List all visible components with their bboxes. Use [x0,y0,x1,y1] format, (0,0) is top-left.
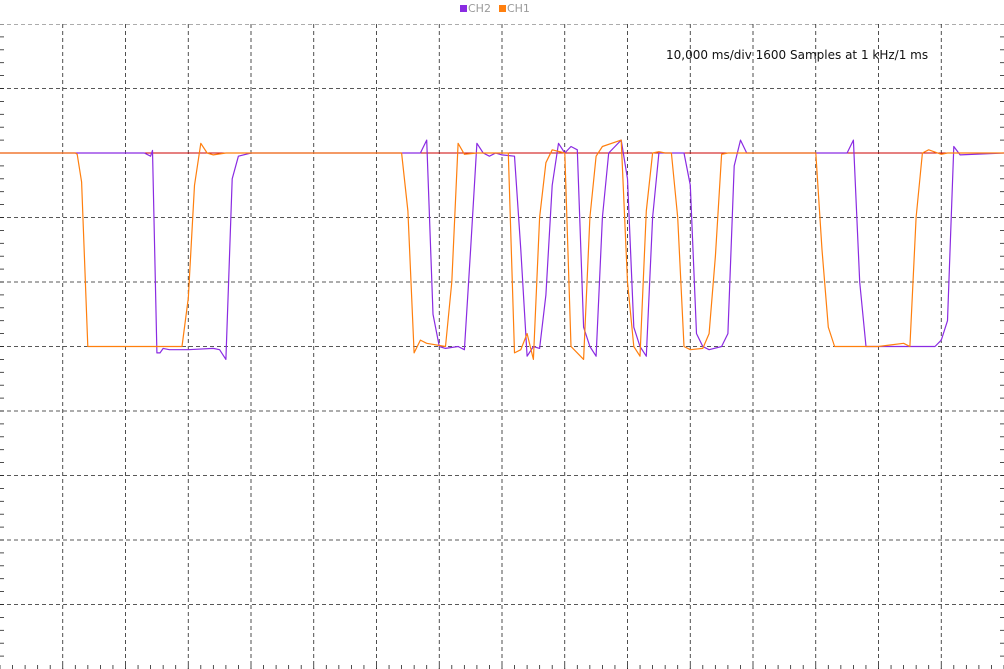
oscilloscope-plot[interactable] [0,24,1004,669]
legend-swatch-ch2 [460,5,467,12]
legend-item-ch2[interactable]: CH2 [460,2,491,15]
chart-legend: CH2 CH1 [460,2,530,15]
timebase-info: 10,000 ms/div 1600 Samples at 1 kHz/1 ms [666,48,929,62]
legend-label-ch2: CH2 [468,2,491,15]
legend-item-ch1[interactable]: CH1 [498,2,530,15]
legend-label-ch1: CH1 [506,2,530,15]
legend-swatch-ch1 [498,5,506,12]
